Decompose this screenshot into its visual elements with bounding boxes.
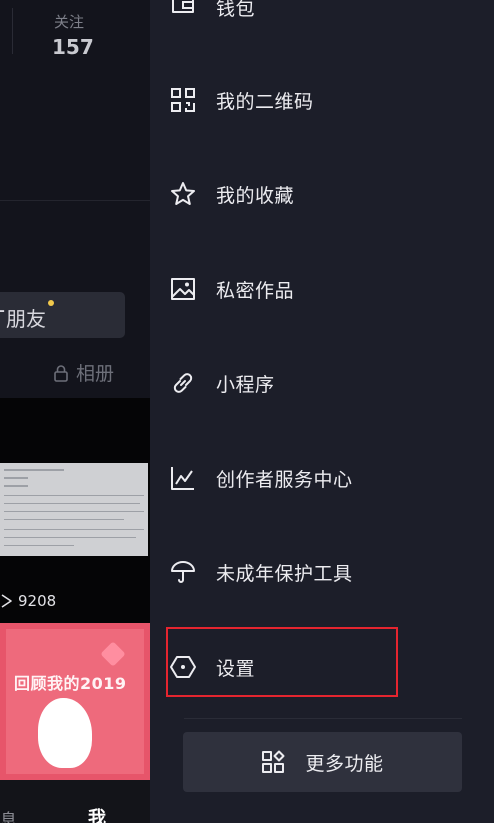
menu-item-favorites[interactable]: 我的收藏 — [170, 169, 470, 219]
avatar-cutout — [38, 698, 92, 768]
side-drawer: 钱包 我的二维码 我的收藏 私密作品 小程序 创作者服务中心 未成年保护工具 设… — [150, 0, 494, 823]
menu-label: 私密作品 — [216, 279, 295, 302]
bottom-tab-bar — [0, 780, 150, 823]
more-features-button[interactable]: 更多功能 — [183, 732, 462, 792]
menu-label: 我的收藏 — [216, 184, 295, 207]
following-count[interactable]: 157 — [52, 35, 94, 59]
document-screenshot-thumbnail — [0, 463, 148, 556]
menu-item-mini-programs[interactable]: 小程序 — [170, 358, 470, 408]
menu-label: 未成年保护工具 — [216, 562, 353, 585]
more-features-label: 更多功能 — [305, 752, 384, 775]
menu-label: 我的二维码 — [216, 90, 314, 113]
year-review-title: 回顾我的2019 — [14, 674, 127, 693]
stat-divider — [12, 8, 13, 54]
wallet-icon — [170, 0, 196, 20]
menu-label: 钱包 — [216, 0, 256, 20]
add-friend-label: 朋友 — [6, 307, 46, 331]
menu-item-creator-center[interactable]: 创作者服务中心 — [170, 453, 470, 503]
lock-icon — [54, 364, 68, 382]
settings-highlight-box — [166, 627, 398, 697]
link-icon — [170, 370, 196, 396]
tab-me[interactable]: 我 — [88, 804, 106, 823]
menu-label: 小程序 — [216, 373, 275, 396]
chart-icon — [170, 465, 196, 491]
profile-page-background: 关注 157 + 朋友 相册 9208 回顾我的2019 — [0, 0, 150, 823]
album-label: 相册 — [76, 363, 115, 385]
add-friend-button[interactable]: + 朋友 — [0, 292, 125, 338]
grid-icon — [262, 750, 285, 773]
umbrella-icon — [170, 559, 196, 585]
menu-item-minor-protection[interactable]: 未成年保护工具 — [170, 547, 470, 597]
section-divider — [0, 200, 150, 201]
drawer-divider — [184, 718, 462, 719]
qr-code-icon — [170, 87, 196, 113]
following-label: 关注 — [54, 13, 85, 31]
view-count: 9208 — [0, 592, 56, 610]
menu-item-wallet[interactable]: 钱包 — [170, 0, 470, 32]
image-icon — [170, 276, 196, 302]
menu-label: 创作者服务中心 — [216, 468, 353, 491]
menu-item-private-works[interactable]: 私密作品 — [170, 264, 470, 314]
menu-item-qr-code[interactable]: 我的二维码 — [170, 75, 470, 125]
album-tab[interactable]: 相册 — [52, 359, 114, 386]
view-count-value: 9208 — [18, 592, 57, 610]
play-icon — [1, 594, 12, 608]
notification-dot — [48, 300, 54, 306]
year-review-thumbnail[interactable]: 回顾我的2019 — [0, 623, 150, 780]
tab-messages[interactable]: 息 — [0, 806, 17, 823]
star-icon — [170, 181, 196, 207]
